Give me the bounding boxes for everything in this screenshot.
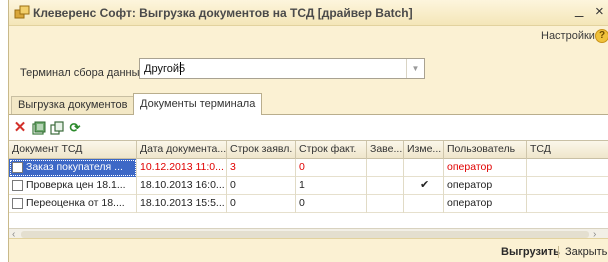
cell-planned-rows[interactable]: 3: [227, 159, 296, 177]
cell-completed[interactable]: [367, 195, 404, 213]
upload-button[interactable]: Выгрузить: [501, 246, 560, 258]
cell-planned-rows[interactable]: 0: [227, 177, 296, 195]
terminal-documents-panel: ✕ ⟳ Документ ТСД Дата документа... Строк…: [9, 114, 608, 239]
cell-actual-rows[interactable]: 0: [296, 195, 367, 213]
tab-terminal-documents[interactable]: Документы терминала: [133, 93, 263, 115]
cell-tsd[interactable]: [527, 195, 608, 213]
column-header-completed[interactable]: Заве...: [367, 141, 404, 159]
help-icon[interactable]: ?: [595, 29, 608, 43]
column-header-changed[interactable]: Изме...: [404, 141, 444, 159]
cell-changed[interactable]: [404, 195, 444, 213]
tab-bar: Выгрузка документов Документы терминала: [9, 93, 608, 115]
cell-date[interactable]: 10.12.2013 11:0...: [137, 159, 227, 177]
cell-completed[interactable]: [367, 159, 404, 177]
cell-planned-rows[interactable]: 0: [227, 195, 296, 213]
chevron-down-icon[interactable]: ▼: [406, 59, 424, 78]
cell-tsd[interactable]: [527, 159, 608, 177]
table-row[interactable]: Проверка цен 18.1... 18.10.2013 16:0... …: [9, 177, 608, 195]
cell-actual-rows[interactable]: 1: [296, 177, 367, 195]
column-header-actual-rows[interactable]: Строк факт.: [296, 141, 367, 159]
settings-link[interactable]: Настройки: [541, 30, 595, 42]
scrollbar-thumb[interactable]: [21, 231, 589, 238]
table-row[interactable]: Переоценка от 18.... 18.10.2013 15:5... …: [9, 195, 608, 213]
cell-user[interactable]: оператор: [444, 195, 527, 213]
app-icon: [14, 5, 30, 19]
cell-tsd[interactable]: [527, 177, 608, 195]
edit-icon[interactable]: [32, 121, 46, 135]
cell-user[interactable]: оператор: [444, 159, 527, 177]
row-checkbox[interactable]: [12, 162, 23, 173]
close-window-button[interactable]: ×: [595, 3, 604, 21]
column-header-tsd[interactable]: ТСД: [527, 141, 608, 159]
column-header-document[interactable]: Документ ТСД: [9, 141, 137, 159]
terminal-value: Другой5: [144, 63, 186, 75]
delete-icon[interactable]: ✕: [13, 120, 27, 135]
document-name: Проверка цен 18.1...: [26, 179, 126, 191]
document-name: Переоценка от 18....: [26, 197, 125, 209]
document-name: Заказ покупателя ...: [26, 161, 123, 173]
cell-document[interactable]: Заказ покупателя ...: [9, 159, 137, 177]
cell-actual-rows[interactable]: 0: [296, 159, 367, 177]
window-title: Клеверенс Софт: Выгрузка документов на Т…: [33, 6, 413, 20]
cell-document[interactable]: Переоценка от 18....: [9, 195, 137, 213]
cell-completed[interactable]: [367, 177, 404, 195]
changed-check-icon: ✔: [420, 179, 430, 191]
cell-document[interactable]: Проверка цен 18.1...: [9, 177, 137, 195]
app-window: Клеверенс Софт: Выгрузка документов на Т…: [8, 0, 608, 262]
tab-upload-documents[interactable]: Выгрузка документов: [11, 96, 135, 115]
column-header-date[interactable]: Дата документа...: [137, 141, 227, 159]
terminal-select[interactable]: Другой5 ▼: [139, 58, 425, 79]
copy-icon[interactable]: [50, 121, 64, 135]
refresh-icon[interactable]: ⟳: [68, 121, 82, 135]
column-header-planned-rows[interactable]: Строк заявл.: [227, 141, 296, 159]
cell-changed[interactable]: ✔: [404, 177, 444, 195]
cell-date[interactable]: 18.10.2013 16:0...: [137, 177, 227, 195]
row-checkbox[interactable]: [12, 198, 23, 209]
terminal-label: Терминал сбора данных:: [20, 67, 149, 79]
footer-divider: [558, 246, 559, 258]
documents-table: Документ ТСД Дата документа... Строк зая…: [9, 140, 608, 239]
minimize-button[interactable]: _: [575, 1, 583, 19]
cell-changed[interactable]: [404, 159, 444, 177]
table-header: Документ ТСД Дата документа... Строк зая…: [9, 141, 608, 159]
title-bar: Клеверенс Софт: Выгрузка документов на Т…: [9, 0, 608, 26]
footer-bar: Выгрузить Закрыть: [9, 238, 608, 262]
cell-user[interactable]: оператор: [444, 177, 527, 195]
cell-date[interactable]: 18.10.2013 15:5...: [137, 195, 227, 213]
grid-toolbar: ✕ ⟳: [9, 115, 608, 139]
row-checkbox[interactable]: [12, 180, 23, 191]
settings-row: Настройки ?: [9, 26, 608, 46]
table-row[interactable]: Заказ покупателя ... 10.12.2013 11:0... …: [9, 159, 608, 177]
close-button[interactable]: Закрыть: [565, 246, 607, 258]
text-caret: [180, 62, 181, 75]
column-header-user[interactable]: Пользователь: [444, 141, 527, 159]
